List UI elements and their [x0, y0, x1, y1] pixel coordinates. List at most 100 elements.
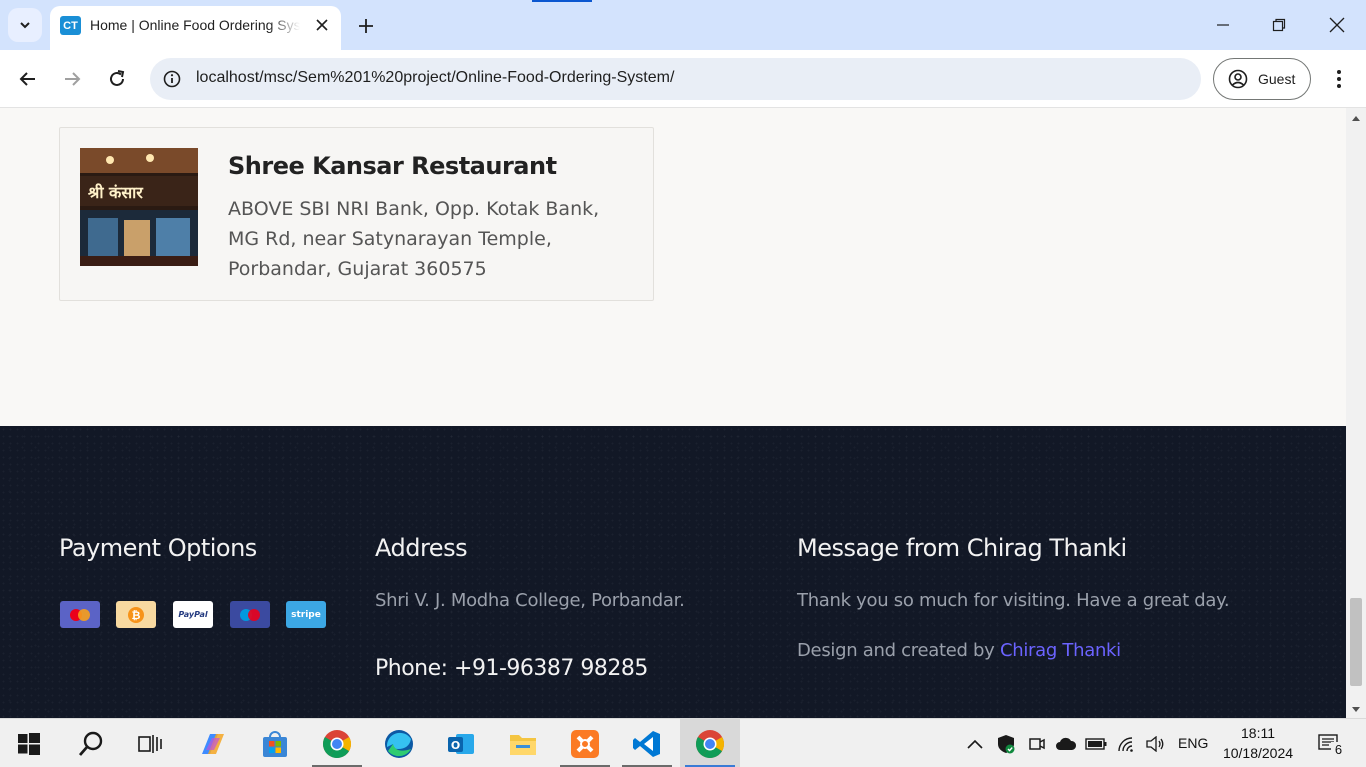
- battery-icon: [1085, 737, 1107, 750]
- chrome-icon: [323, 729, 351, 758]
- windows-taskbar: O ENG 18:11 10/18/2024 6: [0, 718, 1366, 767]
- browser-tab[interactable]: CT Home | Online Food Ordering System: [50, 6, 341, 50]
- browser-menu-button[interactable]: [1326, 65, 1352, 93]
- plus-icon: [359, 19, 373, 33]
- maestro-icon: [230, 601, 270, 628]
- edge-taskbar-button[interactable]: [370, 719, 428, 767]
- wifi-icon: [1118, 736, 1133, 752]
- tab-loading-indicator: [532, 0, 592, 2]
- reload-icon: [110, 70, 125, 86]
- tab-search-button[interactable]: [8, 8, 42, 42]
- restore-icon: [1272, 18, 1286, 32]
- volume-tray-icon[interactable]: [1144, 719, 1166, 767]
- show-hidden-icons-button[interactable]: [964, 719, 986, 767]
- notifications-button[interactable]: 6: [1312, 719, 1346, 767]
- taskbar-search-button[interactable]: [62, 719, 120, 767]
- site-info-button[interactable]: [162, 69, 182, 89]
- page-viewport: श्री कंसार Shree Kansar Restaurant ABOVE…: [0, 108, 1346, 718]
- message-text: Thank you so much for visiting. Have a g…: [797, 590, 1230, 611]
- minimize-button[interactable]: [1208, 10, 1238, 40]
- restore-button[interactable]: [1264, 10, 1294, 40]
- camera-icon: [1029, 737, 1045, 750]
- close-icon: [1329, 17, 1345, 33]
- xampp-icon: [571, 729, 599, 758]
- payment-options-heading: Payment Options: [59, 534, 257, 562]
- copilot-button[interactable]: [184, 719, 242, 767]
- svg-text:O: O: [451, 739, 460, 752]
- shield-icon: [998, 734, 1015, 753]
- edge-icon: [385, 729, 413, 758]
- svg-text:श्री कंसार: श्री कंसार: [88, 183, 144, 202]
- window-close-button[interactable]: [1322, 10, 1352, 40]
- task-view-button[interactable]: [121, 719, 179, 767]
- speaker-icon: [1146, 735, 1164, 752]
- credit-line: Design and created by Chirag Thanki: [797, 640, 1121, 661]
- restaurant-card[interactable]: श्री कंसार Shree Kansar Restaurant ABOVE…: [59, 127, 654, 301]
- search-icon: [78, 731, 103, 756]
- paypal-label: PayPal: [178, 610, 208, 619]
- input-language-indicator[interactable]: ENG: [1178, 735, 1208, 751]
- message-heading: Message from Chirag Thanki: [797, 534, 1127, 562]
- security-tray-icon[interactable]: [995, 719, 1017, 767]
- chrome-taskbar-button[interactable]: [308, 719, 366, 767]
- chevron-down-icon: [20, 22, 30, 29]
- bitcoin-icon: ₿: [116, 601, 156, 628]
- new-tab-button[interactable]: [354, 14, 378, 38]
- author-link[interactable]: Chirag Thanki: [1000, 640, 1121, 661]
- minimize-icon: [1217, 24, 1229, 26]
- clock[interactable]: 18:11 10/18/2024: [1216, 723, 1300, 763]
- forward-button[interactable]: [58, 65, 86, 93]
- task-view-icon: [138, 734, 162, 753]
- scrollbar-thumb[interactable]: [1350, 598, 1362, 686]
- windows-logo-icon: [18, 732, 40, 755]
- vscode-icon: [633, 730, 660, 757]
- microsoft-store-button[interactable]: [246, 719, 304, 767]
- copilot-icon: [202, 733, 224, 754]
- reload-button[interactable]: [103, 65, 131, 93]
- svg-text:₿: ₿: [132, 609, 141, 622]
- clock-time: 18:11: [1241, 725, 1275, 741]
- network-tray-icon[interactable]: [1116, 719, 1138, 767]
- page-scrollbar[interactable]: [1346, 108, 1366, 718]
- info-icon: [163, 70, 181, 88]
- stripe-icon: stripe: [286, 601, 326, 628]
- chrome-active-taskbar-button[interactable]: [680, 719, 740, 767]
- browser-toolbar: localhost/msc/Sem%201%20project/Online-F…: [0, 50, 1366, 108]
- address-heading: Address: [375, 534, 468, 562]
- tab-close-button[interactable]: [312, 15, 332, 35]
- arrow-left-icon: [19, 72, 35, 86]
- more-vertical-icon: [1337, 70, 1341, 88]
- url-text: localhost/msc/Sem%201%20project/Online-F…: [196, 69, 675, 86]
- address-bar[interactable]: localhost/msc/Sem%201%20project/Online-F…: [150, 58, 1201, 100]
- paypal-icon: PayPal: [173, 601, 213, 628]
- stripe-label: stripe: [291, 609, 321, 620]
- address-text: Shri V. J. Modha College, Porbandar.: [375, 590, 685, 611]
- onedrive-tray-icon[interactable]: [1054, 719, 1078, 767]
- vscode-taskbar-button[interactable]: [618, 719, 676, 767]
- mastercard-icon: [60, 601, 100, 628]
- outlook-icon: O: [448, 733, 474, 754]
- browser-tab-bar: CT Home | Online Food Ordering System: [0, 0, 1366, 50]
- scroll-down-arrow-icon[interactable]: [1351, 706, 1361, 714]
- chrome-icon: [696, 729, 724, 758]
- restaurant-address: ABOVE SBI NRI Bank, Opp. Kotak Bank, MG …: [228, 198, 600, 280]
- site-favicon-icon: CT: [60, 16, 81, 35]
- outlook-taskbar-button[interactable]: O: [432, 719, 490, 767]
- start-button[interactable]: [0, 719, 58, 767]
- clock-date: 10/18/2024: [1222, 745, 1294, 761]
- back-button[interactable]: [14, 65, 42, 93]
- meet-tray-icon[interactable]: [1026, 719, 1048, 767]
- file-explorer-button[interactable]: [494, 719, 552, 767]
- tab-title: Home | Online Food Ordering System: [90, 17, 300, 33]
- xampp-taskbar-button[interactable]: [556, 719, 614, 767]
- arrow-right-icon: [65, 72, 81, 86]
- battery-tray-icon[interactable]: [1085, 719, 1107, 767]
- restaurant-image[interactable]: श्री कंसार: [80, 148, 198, 266]
- notification-count-badge: 6: [1331, 742, 1346, 758]
- restaurant-name[interactable]: Shree Kansar Restaurant: [228, 152, 557, 180]
- restaurant-photo-icon: श्री कंसार: [80, 148, 198, 266]
- profile-button[interactable]: Guest: [1213, 58, 1311, 100]
- site-footer: Payment Options ₿ PayPal stripe Address …: [0, 426, 1346, 718]
- cloud-icon: [1056, 737, 1077, 750]
- scroll-up-arrow-icon[interactable]: [1351, 114, 1361, 122]
